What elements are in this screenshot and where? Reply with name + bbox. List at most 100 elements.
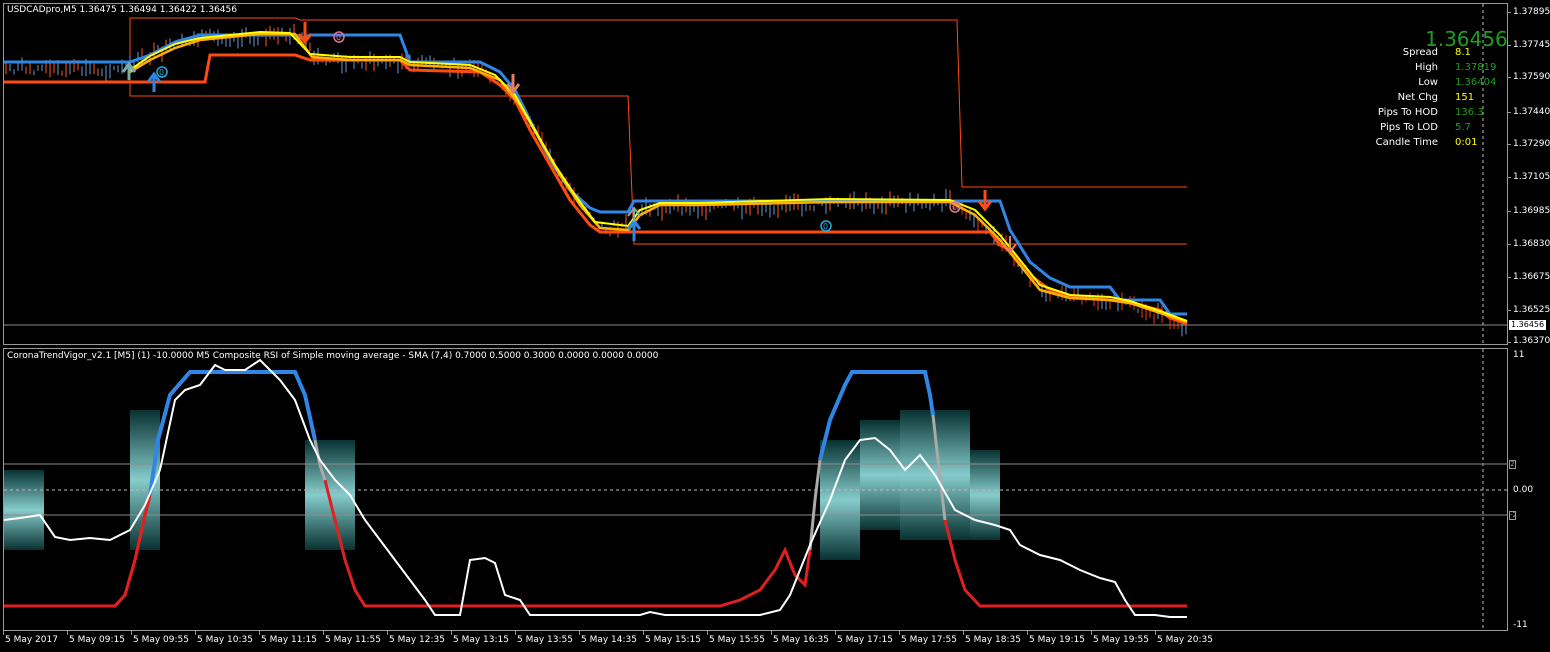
time-axis-label: 5 May 15:15 <box>645 635 701 645</box>
info-row-candle-time: Candle Time 0:01 <box>1340 137 1500 152</box>
candles-group <box>5 24 1187 337</box>
price-tick <box>1507 211 1511 212</box>
price-axis-label: 1.37745 <box>1513 40 1550 50</box>
signal-circle-label: 0 <box>823 222 828 231</box>
price-tick <box>1507 112 1511 113</box>
time-axis-label: 5 May 13:15 <box>453 635 509 645</box>
time-tick <box>259 631 260 635</box>
indicator-axis-top: 11 <box>1513 350 1525 360</box>
time-axis-label: 5 May 13:55 <box>517 635 573 645</box>
info-label: Candle Time <box>1375 137 1438 148</box>
vigor-up-line <box>148 370 317 496</box>
info-value: 1.37819 <box>1455 62 1497 73</box>
time-tick <box>131 631 132 635</box>
time-axis-label: 5 May 20:35 <box>1157 635 1213 645</box>
info-value: 136.3 <box>1455 107 1484 118</box>
upper-band-line <box>4 33 1187 316</box>
upper-level-marker: 2 <box>1509 460 1516 469</box>
indicator-axis-mid: 0.00 <box>1513 485 1534 495</box>
rsi-line <box>3 358 1187 618</box>
info-label: Pips To LOD <box>1380 122 1438 133</box>
time-axis-label: 5 May 17:55 <box>901 635 957 645</box>
info-row-net-chg: Net Chg 151 <box>1340 92 1500 107</box>
price-axis-label: 1.37105 <box>1513 172 1550 182</box>
info-label: Low <box>1418 77 1438 88</box>
price-axis-label: 1.37895 <box>1513 7 1550 17</box>
time-axis-label: 5 May 10:35 <box>197 635 253 645</box>
time-axis-label: 5 May 18:35 <box>965 635 1021 645</box>
price-tick <box>1507 177 1511 178</box>
info-label: Spread <box>1402 47 1438 58</box>
time-axis-label: 5 May 2017 <box>5 635 58 645</box>
time-tick <box>899 631 900 635</box>
info-panel: Spread 8.1 High 1.37819 Low 1.36404 Net … <box>1340 26 1500 152</box>
time-tick <box>195 631 196 635</box>
price-tick <box>1507 310 1511 311</box>
time-axis-label: 5 May 14:35 <box>581 635 637 645</box>
info-row-pips-to-hod: Pips To HOD 136.3 <box>1340 107 1500 122</box>
info-value: 1.36404 <box>1455 77 1497 88</box>
time-tick <box>771 631 772 635</box>
price-axis-label: 1.36985 <box>1513 206 1550 216</box>
time-axis-label: 5 May 09:55 <box>133 635 189 645</box>
time-tick <box>835 631 836 635</box>
indicator-title: CoronaTrendVigor_v2.1 [M5] (1) -10.0000 … <box>7 351 659 361</box>
price-tick <box>1507 244 1511 245</box>
price-tick <box>1507 45 1511 46</box>
signal-circle-label: 0 <box>952 203 957 212</box>
time-tick <box>579 631 580 635</box>
channel-upper-line <box>129 17 1187 188</box>
time-tick <box>1027 631 1028 635</box>
time-tick <box>515 631 516 635</box>
time-tick <box>323 631 324 635</box>
price-axis-label: 1.36830 <box>1513 239 1550 249</box>
info-row-spread: Spread 8.1 <box>1340 47 1500 62</box>
signal-circle-label: 0 <box>159 68 164 77</box>
fast-ma-line <box>129 30 1188 322</box>
price-axis-label: 1.36525 <box>1513 305 1550 315</box>
mt4-chart-window: 0 0 0 0 USDCADpro,M5 1.36475 1.36494 1.3… <box>0 0 1550 652</box>
info-value: 8.1 <box>1455 47 1471 58</box>
price-tick <box>1507 12 1511 13</box>
info-value: 151 <box>1455 92 1475 103</box>
time-tick <box>1155 631 1156 635</box>
info-value: 5.7 <box>1455 122 1471 133</box>
info-label: Net Chg <box>1397 92 1438 103</box>
signal-circle-label: 0 <box>336 33 341 42</box>
vigor-down-line <box>323 479 812 608</box>
info-row-low: Low 1.36404 <box>1340 77 1500 92</box>
info-label: Pips To HOD <box>1377 107 1438 118</box>
time-axis-label: 5 May 15:55 <box>709 635 765 645</box>
price-tick <box>1507 342 1511 343</box>
price-tick <box>1507 277 1511 278</box>
price-tick <box>1507 77 1511 78</box>
channel-lower-line <box>129 73 1187 245</box>
info-label: High <box>1415 62 1438 73</box>
current-price-tag: 1.36456 <box>1509 320 1547 330</box>
time-axis-label: 5 May 16:35 <box>773 635 829 645</box>
chart-title: USDCADpro,M5 1.36475 1.36494 1.36422 1.3… <box>7 5 237 15</box>
time-axis-label: 5 May 19:15 <box>1029 635 1085 645</box>
price-axis-label: 1.36370 <box>1513 336 1550 346</box>
price-axis-label: 1.37290 <box>1513 139 1550 149</box>
info-row-high: High 1.37819 <box>1340 62 1500 77</box>
time-tick <box>643 631 644 635</box>
time-tick <box>67 631 68 635</box>
time-tick <box>707 631 708 635</box>
time-tick <box>1091 631 1092 635</box>
time-axis-label: 5 May 12:35 <box>389 635 445 645</box>
time-axis-label: 5 May 19:55 <box>1093 635 1149 645</box>
buy-arrow-icon <box>121 61 137 80</box>
time-tick <box>387 631 388 635</box>
price-axis-label: 1.37590 <box>1513 72 1550 82</box>
slow-ma-line <box>129 32 1188 324</box>
price-axis-label: 1.36675 <box>1513 272 1550 282</box>
price-axis-label: 1.37440 <box>1513 107 1550 117</box>
time-axis-label: 5 May 09:15 <box>69 635 125 645</box>
time-axis-label: 5 May 11:55 <box>325 635 381 645</box>
time-axis-label: 5 May 11:15 <box>261 635 317 645</box>
info-value: 0:01 <box>1455 137 1478 148</box>
indicator-axis-bottom: -11 <box>1513 620 1528 630</box>
price-chart-canvas: 0 0 0 0 <box>3 4 1507 630</box>
vigor-transition-line <box>808 459 822 551</box>
